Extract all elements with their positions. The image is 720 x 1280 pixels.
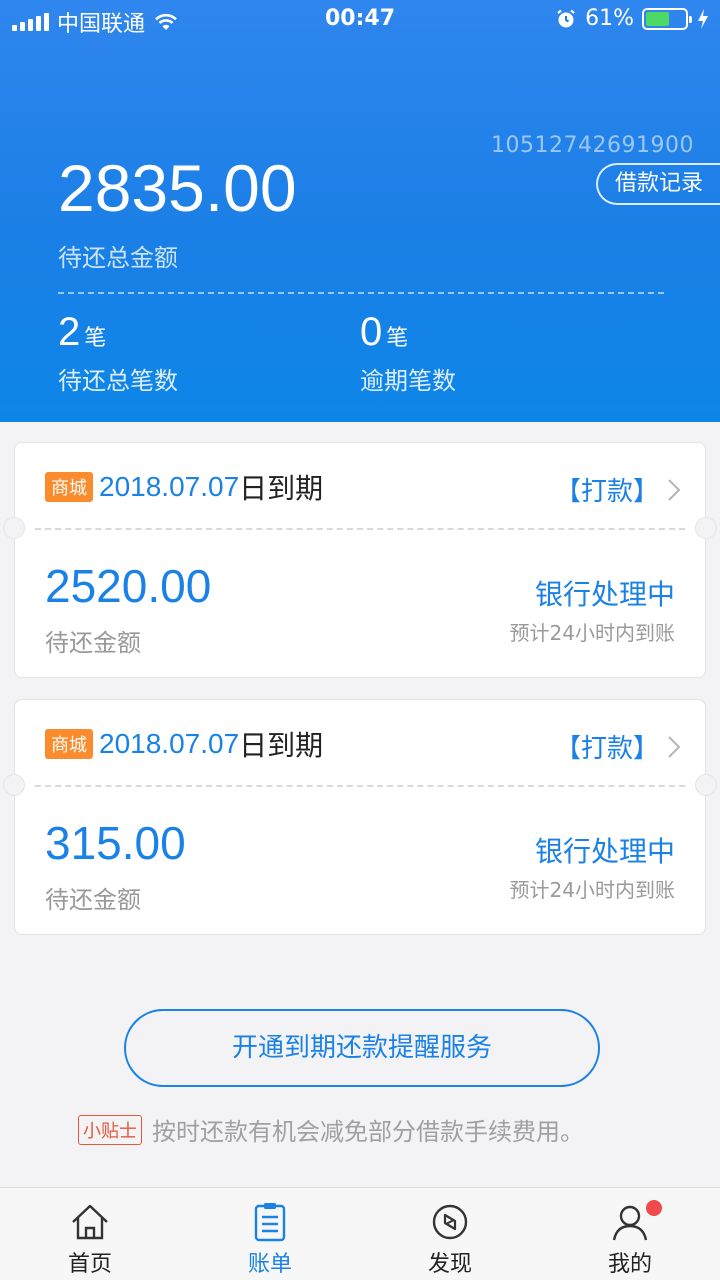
overdue-count: 0	[360, 310, 383, 354]
enable-reminder-button[interactable]: 开通到期还款提醒服务	[124, 1009, 600, 1087]
alarm-icon	[557, 9, 575, 27]
pending-count-stat: 2笔 待还总笔数	[58, 310, 178, 396]
tab-bar: 首页 账单 发现 我的	[0, 1187, 720, 1280]
home-icon	[72, 1204, 108, 1240]
mall-tag: 商城	[45, 472, 93, 502]
tab-home[interactable]: 首页	[30, 1200, 150, 1278]
processing-status: 银行处理中	[534, 835, 675, 868]
due-suffix: 日到期	[239, 729, 324, 762]
perforation-divider	[35, 528, 685, 530]
notification-dot	[646, 1200, 662, 1216]
battery-icon	[642, 7, 692, 30]
tab-discover[interactable]: 发现	[390, 1200, 510, 1278]
loan-card-header: 商城 2018.07.07 日到期	[45, 726, 323, 762]
loan-card-header: 商城 2018.07.07 日到期	[45, 469, 323, 505]
chevron-right-icon	[668, 735, 681, 758]
tab-bill[interactable]: 账单	[210, 1200, 330, 1278]
loan-card[interactable]: 商城 2018.07.07 日到期 【打款】 2520.00 待还金额 银行处理…	[3, 442, 717, 678]
perforation-divider	[35, 785, 685, 787]
overdue-count-label: 逾期笔数	[360, 367, 456, 395]
total-amount-label: 待还总金额	[58, 244, 178, 272]
due-suffix: 日到期	[239, 472, 324, 505]
loan-record-button[interactable]: 借款记录	[596, 163, 720, 205]
due-date: 2018.07.07	[99, 728, 240, 759]
loan-amount-label: 待还金额	[45, 629, 141, 657]
tab-profile[interactable]: 我的	[570, 1200, 690, 1278]
tip-tag: 小贴士	[78, 1114, 142, 1145]
loan-card[interactable]: 商城 2018.07.07 日到期 【打款】 315.00 待还金额 银行处理中…	[3, 699, 717, 935]
payout-label: 【打款】	[554, 477, 659, 507]
account-number: 10512742691900	[491, 133, 694, 158]
summary-header: 中国联通 00:47 61% 10512742691900 借款记录 2835.…	[0, 0, 720, 422]
pending-unit: 笔	[84, 326, 107, 351]
pending-count-label: 待还总笔数	[58, 367, 178, 395]
payout-label: 【打款】	[554, 734, 659, 764]
battery-percent: 61%	[585, 6, 634, 31]
chevron-right-icon	[668, 478, 681, 501]
total-amount: 2835.00	[58, 151, 297, 225]
overdue-unit: 笔	[386, 326, 409, 351]
loan-amount: 2520.00	[45, 560, 212, 612]
tab-discover-label: 发现	[427, 1252, 472, 1277]
tip: 小贴士 按时还款有机会减免部分借款手续费用。	[78, 1112, 584, 1147]
tip-text: 按时还款有机会减免部分借款手续费用。	[152, 1118, 584, 1146]
tab-bill-label: 账单	[247, 1252, 292, 1277]
processing-status: 银行处理中	[534, 578, 675, 611]
mall-tag: 商城	[45, 729, 93, 759]
pending-count: 2	[58, 310, 81, 354]
loan-amount: 315.00	[45, 817, 186, 869]
charging-icon	[698, 8, 708, 29]
arrival-estimate: 预计24小时内到账	[509, 878, 675, 902]
payout-link[interactable]: 【打款】	[555, 728, 681, 765]
compass-icon	[432, 1204, 468, 1240]
loan-amount-label: 待还金额	[45, 886, 141, 914]
tab-home-label: 首页	[67, 1252, 112, 1277]
payout-link[interactable]: 【打款】	[555, 471, 681, 508]
bill-icon	[254, 1203, 286, 1242]
tab-profile-label: 我的	[607, 1252, 652, 1277]
due-date: 2018.07.07	[99, 471, 240, 502]
overdue-count-stat: 0笔 逾期笔数	[360, 310, 456, 396]
divider	[58, 292, 664, 294]
status-bar: 中国联通 00:47 61%	[0, 0, 720, 40]
arrival-estimate: 预计24小时内到账	[509, 621, 675, 645]
